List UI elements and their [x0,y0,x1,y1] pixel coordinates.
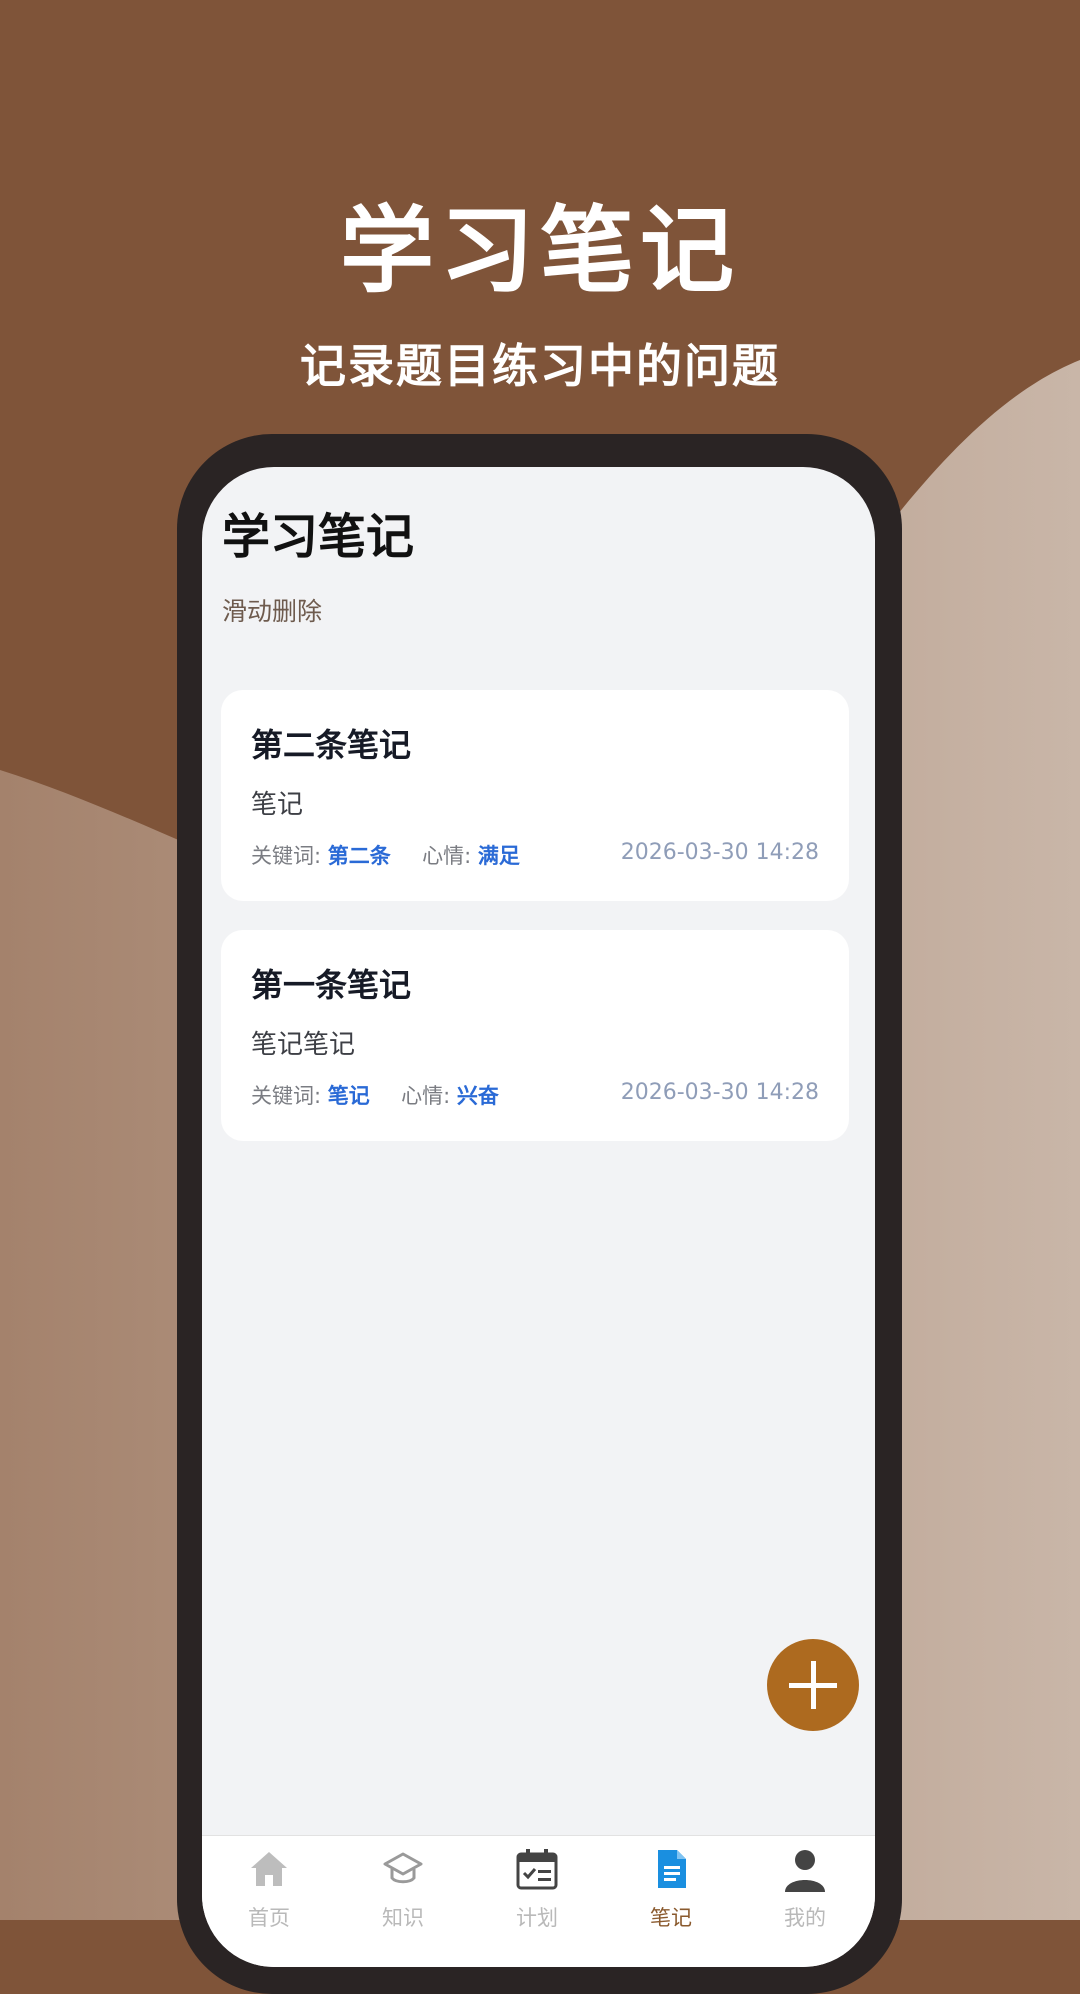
tab-label: 知识 [382,1906,424,1930]
note-meta: 关键词: 第二条 心情: 满足 [251,840,520,870]
mood-label: 心情: [422,844,472,868]
note-mood: 兴奋 [456,1084,499,1108]
hero-title: 学习笔记 [339,197,740,306]
note-content: 笔记笔记 [251,1030,356,1060]
keyword-label: 关键词: [251,1084,322,1108]
document-icon [658,1850,686,1888]
tab-home[interactable]: 首页 [202,1836,336,1967]
keyword-label: 关键词: [251,844,322,868]
note-keyword: 笔记 [327,1084,370,1108]
note-title: 第一条笔记 [251,966,412,1004]
graduation-cap-icon [383,1852,423,1884]
add-note-button[interactable] [767,1639,859,1731]
phone-frame: 学习笔记 滑动删除 第二条笔记 笔记 关键词: 第二条 心情: 满足 2026-… [177,434,902,1994]
hero-subtitle: 记录题目练习中的问题 [300,339,780,393]
plus-icon [789,1661,837,1709]
bottom-tab-bar: 首页 知识 计划 笔记 我的 [202,1835,875,1967]
tab-notes[interactable]: 笔记 [604,1836,738,1967]
page-title: 学习笔记 [222,509,415,565]
mood-label: 心情: [401,1084,451,1108]
app-screen: 学习笔记 滑动删除 第二条笔记 笔记 关键词: 第二条 心情: 满足 2026-… [202,467,875,1967]
person-icon [785,1850,825,1892]
tab-label: 首页 [248,1906,290,1930]
note-title: 第二条笔记 [251,726,412,764]
note-date: 2026-03-30 14:28 [620,840,819,865]
tab-label: 笔记 [650,1906,692,1930]
swipe-delete-hint: 滑动删除 [222,597,323,626]
note-meta: 关键词: 笔记 心情: 兴奋 [251,1080,499,1110]
note-date: 2026-03-30 14:28 [620,1080,819,1105]
note-mood: 满足 [477,844,520,868]
home-icon [251,1852,287,1886]
tab-plan[interactable]: 计划 [470,1836,604,1967]
tab-label: 我的 [784,1906,826,1930]
tab-mine[interactable]: 我的 [738,1836,872,1967]
calendar-check-icon [516,1849,558,1890]
note-keyword: 第二条 [327,844,391,868]
tab-label: 计划 [516,1906,558,1930]
note-card[interactable]: 第一条笔记 笔记笔记 关键词: 笔记 心情: 兴奋 2026-03-30 14:… [221,930,849,1141]
note-card[interactable]: 第二条笔记 笔记 关键词: 第二条 心情: 满足 2026-03-30 14:2… [221,690,849,901]
tab-knowledge[interactable]: 知识 [336,1836,470,1967]
note-content: 笔记 [251,790,304,820]
